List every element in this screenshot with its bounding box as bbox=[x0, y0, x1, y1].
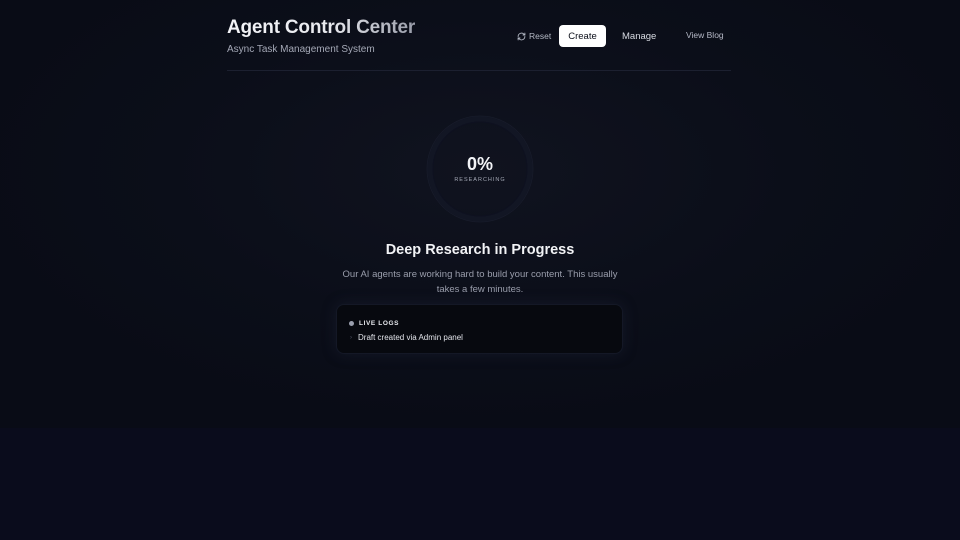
progress-percent: 0% bbox=[466, 154, 493, 174]
live-logs-header: LIVE LOGS bbox=[349, 318, 399, 328]
reset-button-label: Reset bbox=[529, 31, 552, 41]
reset-button[interactable]: Reset bbox=[517, 25, 551, 47]
app-title: Agent Control Center bbox=[227, 17, 416, 38]
page-heading: Deep Research in Progress bbox=[385, 242, 575, 258]
live-dot-icon bbox=[349, 320, 354, 326]
live-logs-panel: LIVE LOGS › Draft created via Admin pane… bbox=[336, 304, 623, 354]
log-entry: › Draft created via Admin panel bbox=[350, 332, 463, 344]
live-logs-title: LIVE LOGS bbox=[359, 319, 400, 327]
view-blog-link[interactable]: View Blog bbox=[686, 25, 724, 45]
app-header: Agent Control Center Async Task Manageme… bbox=[227, 16, 731, 71]
chevron-right-icon: › bbox=[350, 335, 352, 341]
page-description: Our AI agents are working hard to build … bbox=[342, 269, 618, 295]
progress-status: RESEARCHING bbox=[454, 177, 506, 183]
create-button[interactable]: Create bbox=[559, 25, 606, 47]
progress-ring: 0% RESEARCHING bbox=[426, 115, 534, 223]
app-subtitle: Async Task Management System bbox=[227, 44, 375, 55]
log-entry-text: Draft created via Admin panel bbox=[358, 333, 463, 342]
manage-button[interactable]: Manage bbox=[622, 25, 656, 47]
page: Agent Control Center Async Task Manageme… bbox=[0, 0, 960, 540]
refresh-icon bbox=[517, 32, 526, 41]
